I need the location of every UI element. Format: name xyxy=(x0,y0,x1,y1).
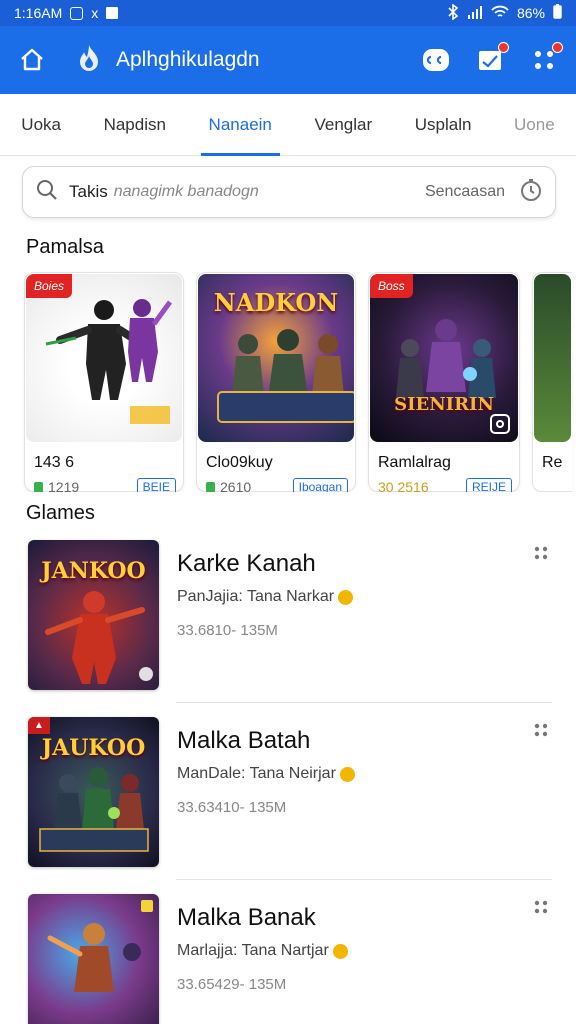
android-icon xyxy=(206,481,215,492)
tab-napdisn[interactable]: Napdisn xyxy=(96,94,174,155)
home-icon[interactable] xyxy=(18,46,46,74)
bluetooth-icon xyxy=(447,2,459,23)
card-tag[interactable]: Iboagan xyxy=(292,478,348,492)
game-thumbnail[interactable] xyxy=(28,894,159,1024)
featured-carousel[interactable]: Boies 143 6 1219 BEIE NADKON Clo09kuy 26… xyxy=(0,260,576,492)
search-bar[interactable]: Takis nanagimk banadogn Sencaasan xyxy=(22,166,556,218)
apps-menu-icon[interactable] xyxy=(530,42,563,74)
game-developer: Marlajja: Tana Nartjar xyxy=(177,942,329,959)
heroine-illustration xyxy=(47,923,141,992)
download-icon xyxy=(106,7,119,19)
game-controller-icon[interactable] xyxy=(422,46,450,74)
game-row[interactable]: JANKOO Karke Kanah PanJajia: Tana Narkar… xyxy=(0,526,576,702)
notification-icon xyxy=(70,6,84,20)
search-icon xyxy=(35,178,59,207)
android-icon xyxy=(34,481,43,492)
more-options-icon[interactable] xyxy=(534,723,548,742)
featured-card[interactable]: Re xyxy=(532,272,572,492)
search-scope-label[interactable]: Sencaasan xyxy=(425,183,505,201)
card-name: Ramlalrag xyxy=(378,454,451,471)
timer-icon[interactable] xyxy=(519,178,543,207)
card-name: 143 6 xyxy=(34,454,75,471)
warriors-illustration xyxy=(39,767,149,852)
tab-uone[interactable]: Uone xyxy=(506,94,563,155)
card-art: NADKON xyxy=(198,274,354,442)
card-meta: 30 2516 xyxy=(378,479,429,492)
game-size: 33.63410- 135M xyxy=(177,799,287,816)
card-art: Boss SIENIRIN xyxy=(370,274,518,442)
card-tag[interactable]: REIJE xyxy=(465,478,512,492)
app-logo-icon xyxy=(76,44,102,77)
wifi-icon xyxy=(491,5,509,22)
featured-section-title: Pamalsa xyxy=(26,236,104,258)
game-row[interactable]: Malka Banak Marlajja: Tana Nartjar 33.65… xyxy=(0,880,576,1024)
apps-badge-dot xyxy=(552,42,563,53)
app-title: Aplhghikulagdn xyxy=(116,48,260,71)
card-meta: 2610 xyxy=(220,479,252,492)
status-x-mark: x xyxy=(91,5,99,21)
signal-icon xyxy=(467,5,483,22)
verified-icon xyxy=(332,943,348,959)
card-name: Re xyxy=(542,454,563,471)
card-name: Clo09kuy xyxy=(206,454,273,471)
game-size: 33.6810- 135M xyxy=(177,622,278,639)
red-hero-illustration xyxy=(45,591,153,684)
card-art-title: SIENIRIN xyxy=(394,394,494,415)
featured-card[interactable]: Boss SIENIRIN Ramlalrag 30 2516 REIJE xyxy=(368,272,520,492)
featured-card[interactable]: NADKON Clo09kuy 2610 Iboagan xyxy=(196,272,356,492)
more-options-icon[interactable] xyxy=(534,900,548,919)
games-section-title: Glames xyxy=(26,502,95,524)
featured-card[interactable]: Boies 143 6 1219 BEIE xyxy=(24,272,184,492)
game-title[interactable]: Malka Banak xyxy=(177,904,552,932)
game-title[interactable]: Malka Batah xyxy=(177,727,552,755)
search-placeholder: nanagimk banadogn xyxy=(113,183,259,200)
tab-nanaein[interactable]: Nanaein xyxy=(200,94,281,156)
game-developer: ManDale: Tana Neirjar xyxy=(177,765,336,782)
inbox-icon[interactable] xyxy=(476,42,509,74)
game-thumbnail[interactable]: JANKOO xyxy=(28,540,159,690)
instagram-icon xyxy=(490,414,510,434)
app-bar: Aplhghikulagdn xyxy=(0,26,576,94)
search-query[interactable]: Takis xyxy=(69,182,108,202)
verified-icon xyxy=(338,589,354,605)
more-options-icon[interactable] xyxy=(534,546,548,565)
card-tag[interactable]: BEIE xyxy=(136,478,176,492)
game-size: 33.65429- 135M xyxy=(177,976,287,993)
status-time: 1:16AM xyxy=(14,5,63,21)
tab-usplaln[interactable]: Usplaln xyxy=(407,94,480,155)
game-title[interactable]: Karke Kanah xyxy=(177,550,552,578)
card-meta: 1219 xyxy=(48,479,80,492)
battery-level: 86% xyxy=(516,5,545,21)
game-thumbnail[interactable]: ▲ JAUKOO xyxy=(28,717,159,867)
battery-icon xyxy=(553,4,562,22)
game-developer: PanJajia: Tana Narkar xyxy=(177,588,335,605)
tab-bar: Uoka Napdisn Nanaein Venglar Usplaln Uon… xyxy=(0,94,576,156)
game-row[interactable]: ▲ JAUKOO Malka Batah ManDale: Tana Neirj… xyxy=(0,703,576,879)
tab-venglar[interactable]: Venglar xyxy=(306,94,380,155)
card-art: Boies xyxy=(26,274,182,442)
ninja-illustration xyxy=(45,299,173,424)
tab-uoka[interactable]: Uoka xyxy=(13,94,69,155)
status-bar: 1:16AM x 86% xyxy=(0,0,576,26)
card-art xyxy=(534,274,571,442)
verified-icon xyxy=(339,766,355,782)
inbox-badge-dot xyxy=(498,42,509,53)
heroes-illustration xyxy=(217,329,354,423)
